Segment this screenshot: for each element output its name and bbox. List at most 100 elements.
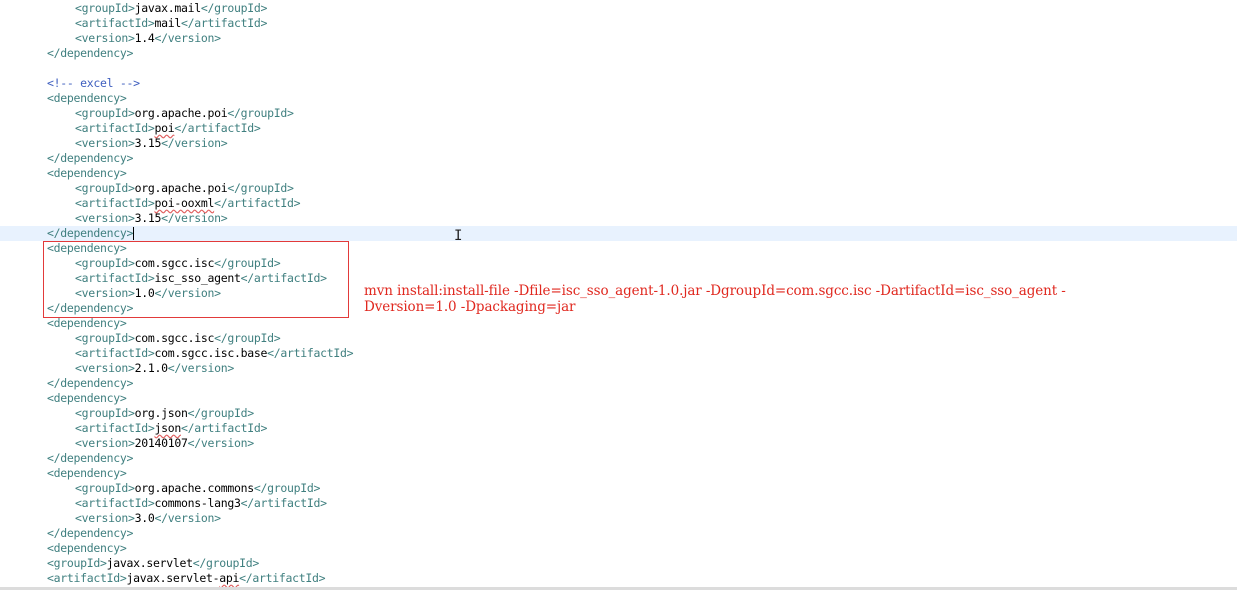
code-line[interactable]: </dependency> bbox=[0, 376, 1237, 391]
code-line[interactable]: <version>3.15</version> bbox=[0, 211, 1237, 226]
xml-close-tag: </artifactId> bbox=[267, 346, 354, 360]
maven-install-annotation: mvn install:install-file -Dfile=isc_sso_… bbox=[364, 283, 1224, 315]
code-line-content: <artifactId>commons-lang3</artifactId> bbox=[75, 496, 327, 511]
code-line[interactable]: <groupId>com.sgcc.isc</groupId> bbox=[0, 331, 1237, 346]
code-line[interactable]: <dependency> bbox=[0, 541, 1237, 556]
xml-open-tag: <groupId> bbox=[75, 181, 135, 195]
code-line[interactable]: </dependency> bbox=[0, 451, 1237, 466]
text-cursor-icon: I bbox=[454, 228, 463, 244]
xml-value: poi bbox=[154, 121, 175, 135]
xml-close-tag: </artifactId> bbox=[239, 571, 326, 585]
code-line-content: </dependency> bbox=[47, 46, 133, 61]
code-line[interactable]: </dependency> bbox=[0, 226, 1237, 241]
code-line[interactable]: <groupId>javax.servlet</groupId> bbox=[0, 556, 1237, 571]
code-line-content: <version>20140107</version> bbox=[75, 436, 254, 451]
code-line[interactable]: <version>3.15</version> bbox=[0, 136, 1237, 151]
code-line[interactable]: </dependency> bbox=[0, 526, 1237, 541]
code-line[interactable]: <artifactId>com.sgcc.isc.base</artifactI… bbox=[0, 346, 1237, 361]
code-line[interactable]: <version>3.0</version> bbox=[0, 511, 1237, 526]
code-line-content: <groupId>org.apache.poi</groupId> bbox=[75, 106, 294, 121]
xml-value: 1.4 bbox=[134, 31, 155, 45]
xml-open-tag: <artifactId> bbox=[75, 121, 155, 135]
xml-value: org.apache.commons bbox=[134, 481, 255, 495]
code-line[interactable]: <dependency> bbox=[0, 91, 1237, 106]
code-line[interactable]: <dependency> bbox=[0, 466, 1237, 481]
code-line-content: <dependency> bbox=[47, 316, 127, 331]
code-line[interactable]: <dependency> bbox=[0, 166, 1237, 181]
xml-close-tag: </groupId> bbox=[192, 556, 260, 570]
xml-dependency-tag: </dependency> bbox=[47, 151, 134, 165]
xml-close-tag: </artifactId> bbox=[214, 196, 301, 210]
code-line[interactable]: <artifactId>poi-ooxml</artifactId> bbox=[0, 196, 1237, 211]
code-line[interactable]: <!-- excel --> bbox=[0, 76, 1237, 91]
xml-open-tag: <groupId> bbox=[75, 106, 135, 120]
xml-value: javax.servlet bbox=[106, 556, 193, 570]
xml-close-tag: </groupId> bbox=[253, 481, 321, 495]
xml-value: poi-ooxml bbox=[154, 196, 215, 210]
code-line-content: <artifactId>mail</artifactId> bbox=[75, 16, 267, 31]
xml-close-tag: </version> bbox=[154, 31, 222, 45]
xml-close-tag: </groupId> bbox=[227, 181, 294, 195]
xml-value: 3.15 bbox=[134, 211, 162, 225]
xml-close-tag: </version> bbox=[154, 511, 222, 525]
xml-close-tag: </version> bbox=[187, 436, 255, 450]
code-line[interactable]: <groupId>org.json</groupId> bbox=[0, 406, 1237, 421]
code-line[interactable]: <groupId>org.apache.poi</groupId> bbox=[0, 106, 1237, 121]
text-caret bbox=[133, 227, 135, 240]
code-line-content: <artifactId>poi-ooxml</artifactId> bbox=[75, 196, 301, 211]
code-line[interactable]: <version>20140107</version> bbox=[0, 436, 1237, 451]
code-line-content: <version>2.1.0</version> bbox=[75, 361, 234, 376]
code-line[interactable]: <version>2.1.0</version> bbox=[0, 361, 1237, 376]
xml-value: com.sgcc.isc.base bbox=[154, 346, 268, 360]
code-line[interactable]: <version>1.4</version> bbox=[0, 31, 1237, 46]
code-line-content: <groupId>org.apache.commons</groupId> bbox=[75, 481, 320, 496]
code-line[interactable]: <groupId>org.apache.commons</groupId> bbox=[0, 481, 1237, 496]
code-line[interactable]: </dependency> bbox=[0, 151, 1237, 166]
code-line[interactable]: <artifactId>javax.servlet-api</artifactI… bbox=[0, 571, 1237, 586]
code-line[interactable] bbox=[0, 61, 1237, 76]
code-line[interactable]: <dependency> bbox=[0, 391, 1237, 406]
code-line-content: <dependency> bbox=[47, 541, 127, 556]
xml-value: javax.mail bbox=[134, 1, 202, 15]
xml-dependency-tag: </dependency> bbox=[47, 46, 134, 60]
xml-dependency-tag: <dependency> bbox=[47, 316, 127, 330]
code-line[interactable]: <artifactId>poi</artifactId> bbox=[0, 121, 1237, 136]
xml-close-tag: </groupId> bbox=[214, 331, 281, 345]
code-line[interactable]: <dependency> bbox=[0, 316, 1237, 331]
code-line-content: <artifactId>com.sgcc.isc.base</artifactI… bbox=[75, 346, 354, 361]
code-line[interactable]: <artifactId>json</artifactId> bbox=[0, 421, 1237, 436]
xml-close-tag: </groupId> bbox=[200, 1, 268, 15]
code-line[interactable]: </dependency> bbox=[0, 46, 1237, 61]
code-line-content: <groupId>javax.servlet</groupId> bbox=[47, 556, 259, 571]
xml-open-tag: <groupId> bbox=[75, 481, 135, 495]
xml-dependency-tag: <dependency> bbox=[47, 541, 127, 555]
xml-close-tag: </groupId> bbox=[187, 406, 255, 420]
xml-dependency-tag: <dependency> bbox=[47, 391, 127, 405]
xml-close-tag: </version> bbox=[161, 136, 228, 150]
code-line-content: <artifactId>javax.servlet-api</artifactI… bbox=[47, 571, 326, 586]
xml-open-tag: <groupId> bbox=[47, 556, 107, 570]
xml-value: commons-lang3 bbox=[154, 496, 241, 510]
code-line[interactable]: <artifactId>commons-lang3</artifactId> bbox=[0, 496, 1237, 511]
code-line-content: <artifactId>poi</artifactId> bbox=[75, 121, 261, 136]
xml-dependency-tag: </dependency> bbox=[47, 226, 134, 240]
code-line[interactable]: <groupId>org.apache.poi</groupId> bbox=[0, 181, 1237, 196]
xml-open-tag: <artifactId> bbox=[47, 571, 127, 585]
code-line[interactable]: <artifactId>mail</artifactId> bbox=[0, 16, 1237, 31]
xml-dependency-tag: <dependency> bbox=[47, 466, 127, 480]
code-line-content: <groupId>javax.mail</groupId> bbox=[75, 1, 267, 16]
xml-value: org.apache.poi bbox=[134, 181, 228, 195]
xml-value: json bbox=[154, 421, 181, 435]
xml-dependency-tag: </dependency> bbox=[47, 526, 134, 540]
xml-open-tag: <groupId> bbox=[75, 331, 135, 345]
xml-open-tag: <version> bbox=[75, 511, 135, 525]
xml-open-tag: <version> bbox=[75, 136, 135, 150]
code-line[interactable]: <groupId>javax.mail</groupId> bbox=[0, 1, 1237, 16]
xml-value: 3.15 bbox=[134, 136, 162, 150]
xml-dependency-tag: </dependency> bbox=[47, 376, 134, 390]
xml-open-tag: <artifactId> bbox=[75, 346, 155, 360]
xml-value: 2.1.0 bbox=[134, 361, 168, 375]
xml-open-tag: <groupId> bbox=[75, 1, 135, 15]
annotation-line-2: Dversion=1.0 -Dpackaging=jar bbox=[364, 299, 576, 315]
xml-dependency-tag: <dependency> bbox=[47, 166, 127, 180]
